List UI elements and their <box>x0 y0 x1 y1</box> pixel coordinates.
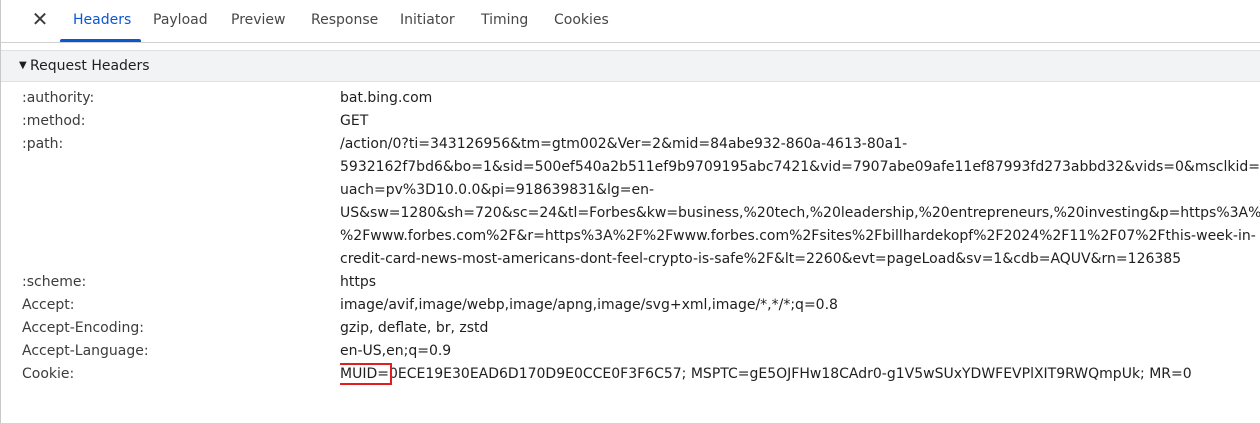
header-row-cookie: Cookie: MUID=0ECE19E30EAD6D170D9E0CCE0F3… <box>1 363 1260 386</box>
tab-timing[interactable]: Timing <box>481 0 528 42</box>
header-row-accept-encoding: Accept-Encoding: gzip, deflate, br, zstd <box>1 317 1260 340</box>
tab-payload[interactable]: Payload <box>153 0 208 42</box>
devtools-network-detail-panel: ✕ Headers Payload Preview Response Initi… <box>0 0 1260 423</box>
header-value[interactable]: GET <box>340 110 1260 133</box>
header-row-accept: Accept: image/avif,image/webp,image/apng… <box>1 294 1260 317</box>
cookie-value-rest: 0ECE19E30EAD6D170D9E0CCE0F3F6C57; MSPTC=… <box>388 366 1192 382</box>
header-value[interactable]: MUID=0ECE19E30EAD6D170D9E0CCE0F3F6C57; M… <box>340 363 1260 386</box>
header-name: :method: <box>22 113 86 129</box>
header-name: :path: <box>22 136 64 152</box>
header-row-authority: :authority: bat.bing.com <box>1 87 1260 110</box>
tab-cookies[interactable]: Cookies <box>554 0 609 42</box>
close-icon[interactable]: ✕ <box>29 8 51 30</box>
tab-preview[interactable]: Preview <box>231 0 286 42</box>
tab-initiator[interactable]: Initiator <box>400 0 455 42</box>
header-name: Accept-Language: <box>22 343 149 359</box>
header-row-method: :method: GET <box>1 110 1260 133</box>
header-name: Cookie: <box>22 366 75 382</box>
header-row-scheme: :scheme: https <box>1 271 1260 294</box>
header-value[interactable]: bat.bing.com <box>340 87 1260 110</box>
active-tab-indicator <box>60 39 141 42</box>
tab-response[interactable]: Response <box>311 0 378 42</box>
header-name: :authority: <box>22 90 95 106</box>
header-value[interactable]: https <box>340 271 1260 294</box>
header-name: :scheme: <box>22 274 87 290</box>
header-row-accept-language: Accept-Language: en-US,en;q=0.9 <box>1 340 1260 363</box>
header-row-path: :path: /action/0?ti=343126956&tm=gtm002&… <box>1 133 1260 271</box>
section-title: Request Headers <box>30 58 150 74</box>
tab-headers[interactable]: Headers <box>73 0 131 42</box>
header-value[interactable]: image/avif,image/webp,image/apng,image/s… <box>340 294 1260 317</box>
request-headers-list: :authority: bat.bing.com :method: GET :p… <box>1 87 1260 386</box>
tab-strip: ✕ Headers Payload Preview Response Initi… <box>1 0 1260 43</box>
header-name: Accept: <box>22 297 75 313</box>
muid-highlight-box: MUID= <box>340 363 392 385</box>
header-name: Accept-Encoding: <box>22 320 145 336</box>
header-value[interactable]: /action/0?ti=343126956&tm=gtm002&Ver=2&m… <box>340 133 1260 271</box>
request-headers-section-toggle[interactable]: ▼ Request Headers <box>1 50 1260 82</box>
expand-triangle-icon: ▼ <box>19 60 27 71</box>
header-value[interactable]: en-US,en;q=0.9 <box>340 340 1260 363</box>
header-value[interactable]: gzip, deflate, br, zstd <box>340 317 1260 340</box>
